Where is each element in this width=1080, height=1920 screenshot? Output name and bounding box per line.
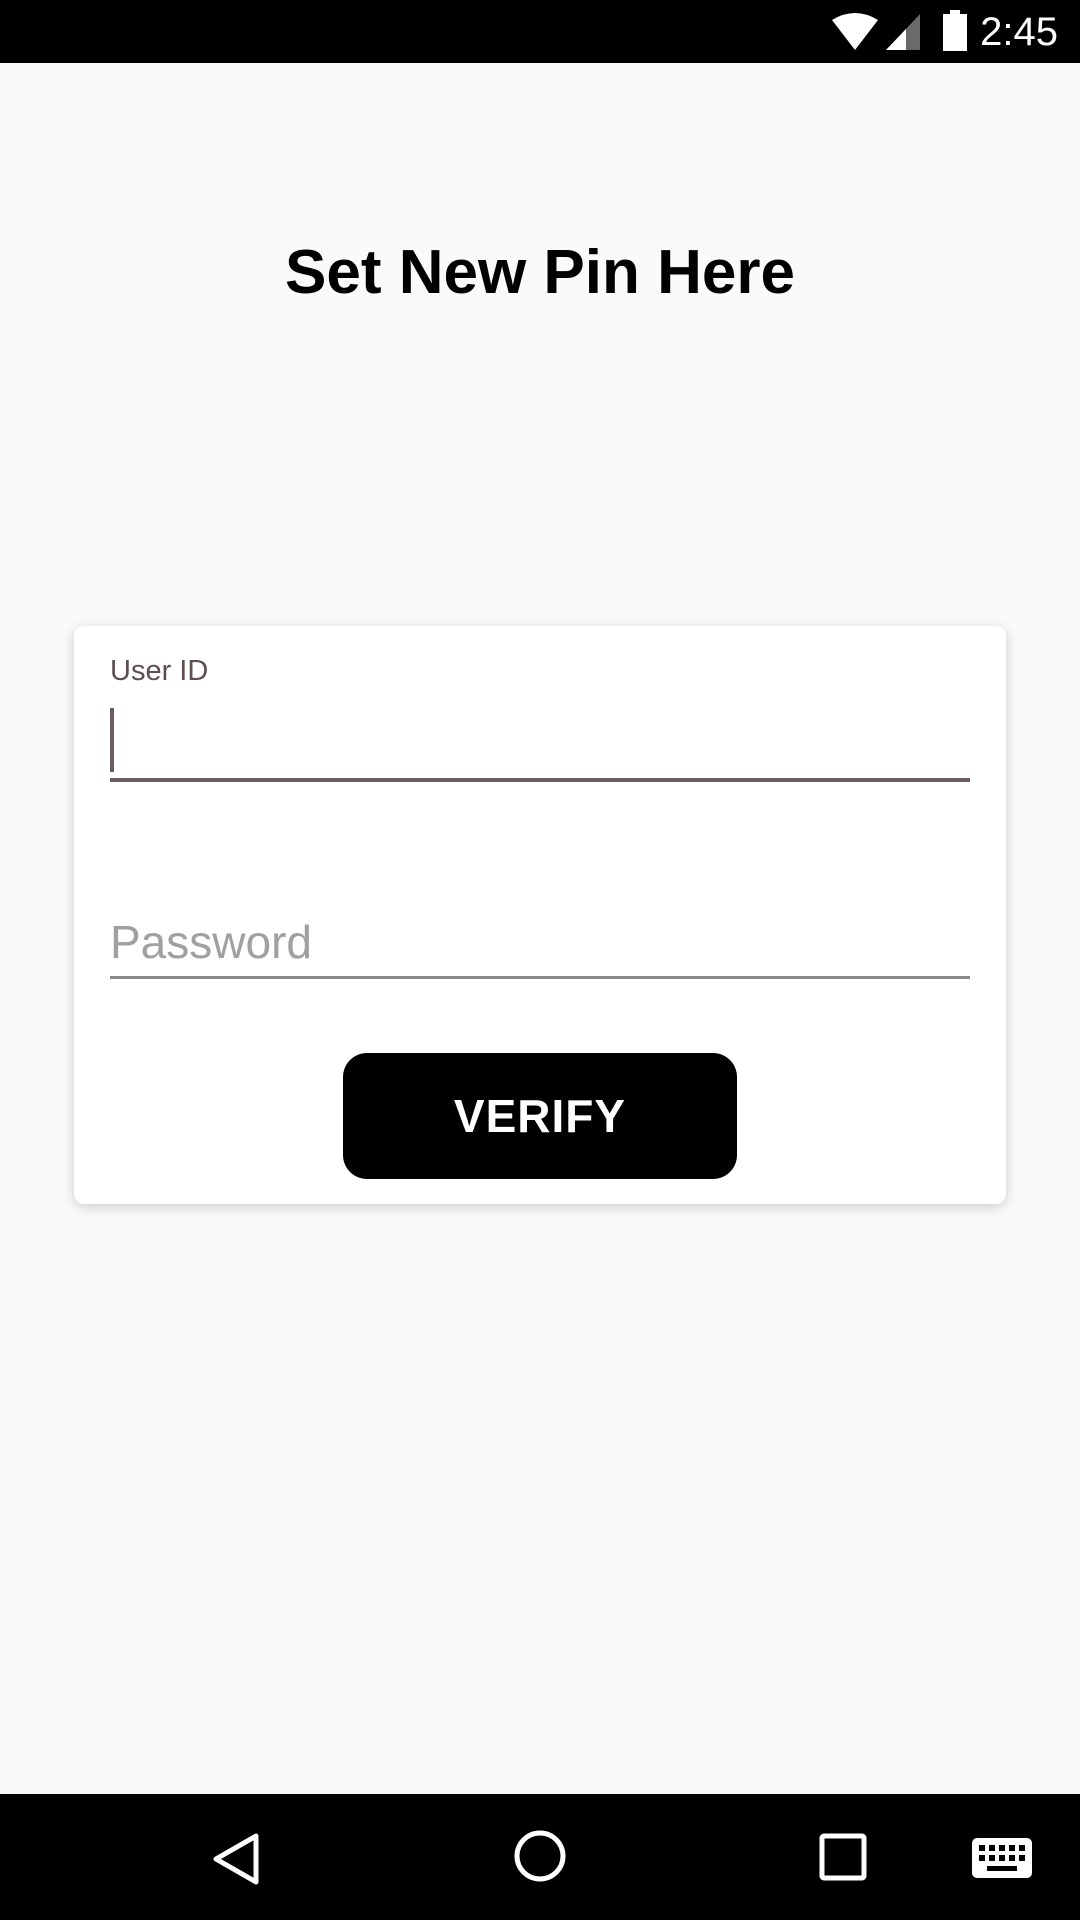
user-id-label: User ID (110, 655, 209, 687)
verify-button[interactable]: VERIFY (343, 1053, 737, 1179)
signal-icon (886, 14, 920, 50)
back-icon[interactable] (210, 1832, 264, 1886)
status-time: 2:45 (980, 10, 1058, 54)
keyboard-icon[interactable] (972, 1836, 1032, 1880)
status-bar: 2:45 (0, 0, 1080, 63)
screen: 2:45 Set New Pin Here User ID Password V… (0, 0, 1080, 1920)
user-id-input[interactable] (110, 706, 970, 782)
recents-icon[interactable] (818, 1832, 868, 1882)
wifi-icon (832, 13, 878, 50)
battery-icon (943, 10, 967, 51)
home-icon[interactable] (512, 1828, 568, 1884)
password-input[interactable]: Password (110, 906, 970, 979)
navigation-bar (0, 1794, 1080, 1920)
text-cursor (110, 708, 114, 772)
page-title: Set New Pin Here (285, 238, 795, 307)
login-card: User ID Password VERIFY (74, 626, 1006, 1204)
password-placeholder: Password (110, 916, 312, 968)
